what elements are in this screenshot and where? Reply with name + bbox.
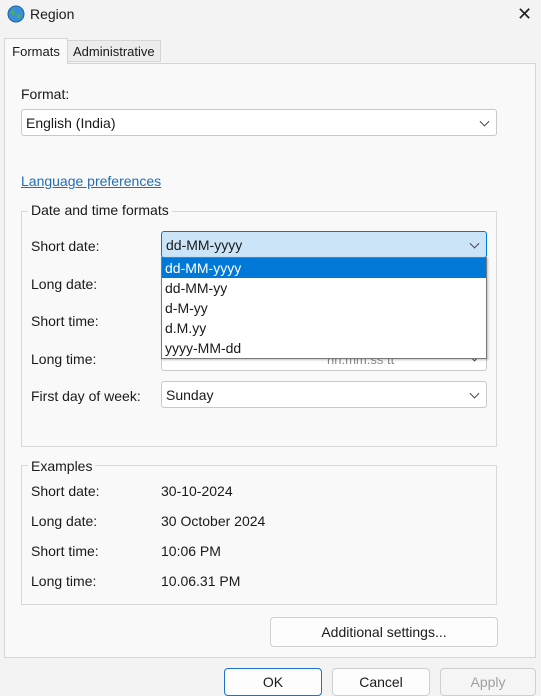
tab-formats[interactable]: Formats xyxy=(4,38,68,64)
dropdown-option[interactable]: d.M.yy xyxy=(162,318,486,338)
chevron-down-icon xyxy=(469,388,480,399)
example-long-time-label: Long time: xyxy=(31,573,97,589)
first-day-value: Sunday xyxy=(166,386,214,403)
globe-icon xyxy=(7,5,25,23)
close-button[interactable]: ✕ xyxy=(508,0,541,28)
chevron-down-icon xyxy=(479,116,490,127)
example-short-date-value: 30-10-2024 xyxy=(161,483,233,499)
close-icon: ✕ xyxy=(516,3,533,24)
short-date-value: dd-MM-yyyy xyxy=(166,236,243,253)
long-time-label: Long time: xyxy=(31,351,97,367)
chevron-down-icon xyxy=(469,238,480,249)
first-day-select[interactable]: Sunday xyxy=(161,381,487,408)
short-date-label: Short date: xyxy=(31,238,100,254)
long-date-label: Long date: xyxy=(31,276,98,292)
short-date-select[interactable]: dd-MM-yyyy xyxy=(161,231,487,258)
dropdown-option[interactable]: yyyy-MM-dd xyxy=(162,338,486,358)
first-day-label: First day of week: xyxy=(31,388,141,404)
date-time-formats-title: Date and time formats xyxy=(28,202,172,218)
cancel-button[interactable]: Cancel xyxy=(332,668,430,696)
example-short-time-value: 10:06 PM xyxy=(161,543,221,559)
format-label: Format: xyxy=(21,86,70,102)
ok-button[interactable]: OK xyxy=(224,668,322,696)
window-title: Region xyxy=(30,6,75,22)
dropdown-option[interactable]: dd-MM-yyyy xyxy=(162,258,486,278)
example-short-date-label: Short date: xyxy=(31,483,100,499)
apply-button[interactable]: Apply xyxy=(440,668,536,696)
dropdown-option[interactable]: d-M-yy xyxy=(162,298,486,318)
long-time-value: hh.mm.ss tt xyxy=(327,357,395,367)
examples-title: Examples xyxy=(28,458,96,474)
format-value: English (India) xyxy=(26,114,116,131)
short-time-label: Short time: xyxy=(31,313,99,329)
format-select[interactable]: English (India) xyxy=(21,109,497,136)
example-long-date-label: Long date: xyxy=(31,513,98,529)
tab-administrative[interactable]: Administrative xyxy=(66,40,161,62)
additional-settings-button[interactable]: Additional settings... xyxy=(270,617,498,647)
dropdown-option[interactable]: dd-MM-yy xyxy=(162,278,486,298)
language-preferences-link[interactable]: Language preferences xyxy=(21,173,161,189)
example-long-date-value: 30 October 2024 xyxy=(161,513,266,529)
example-long-time-value: 10.06.31 PM xyxy=(161,573,241,589)
short-date-dropdown[interactable]: dd-MM-yyyy dd-MM-yy d-M-yy d.M.yy yyyy-M… xyxy=(161,257,487,359)
example-short-time-label: Short time: xyxy=(31,543,99,559)
